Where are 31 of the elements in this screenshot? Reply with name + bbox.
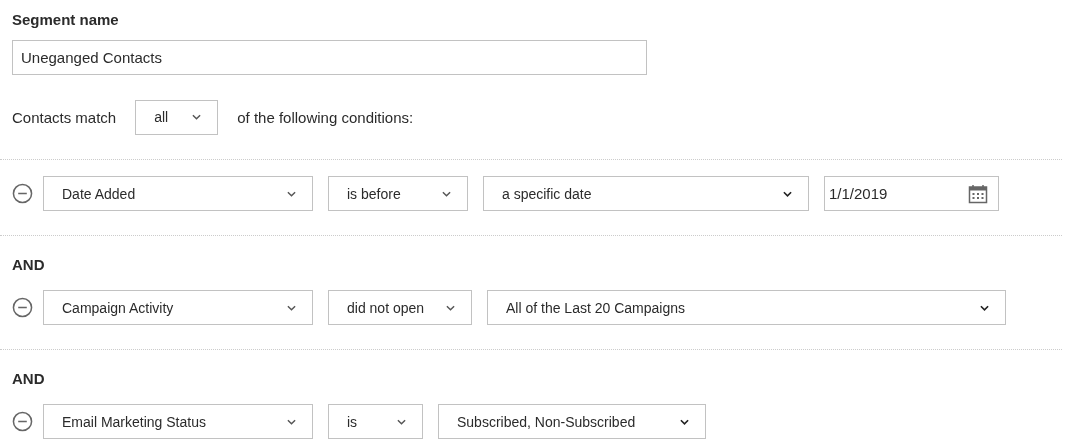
caret-icon bbox=[442, 190, 451, 197]
field-select[interactable]: Email Marketing Status bbox=[43, 404, 313, 439]
match-select[interactable]: all bbox=[135, 99, 219, 135]
value-select[interactable]: a specific date bbox=[483, 176, 809, 211]
field-select[interactable]: Date Added bbox=[43, 176, 313, 211]
match-label: Contacts match bbox=[12, 108, 117, 126]
operator-select[interactable]: did not open bbox=[328, 290, 472, 325]
calendar-icon[interactable] bbox=[968, 183, 988, 204]
field-select[interactable]: Campaign Activity bbox=[43, 290, 313, 325]
caret-icon bbox=[287, 304, 296, 311]
caret-icon bbox=[192, 114, 202, 120]
value-select[interactable]: Subscribed, Non-Subscribed bbox=[438, 404, 706, 439]
operator-select[interactable]: is bbox=[328, 404, 423, 439]
caret-icon bbox=[680, 418, 689, 425]
caret-icon bbox=[980, 304, 989, 311]
date-field[interactable]: 1/1/2019 bbox=[824, 176, 999, 211]
value-select[interactable]: All of the Last 20 Campaigns bbox=[487, 290, 1006, 325]
segment-name-field[interactable]: Uneganged Contacts bbox=[12, 40, 647, 75]
and-connector: AND bbox=[12, 370, 46, 388]
caret-icon bbox=[783, 190, 792, 197]
caret-icon bbox=[446, 304, 455, 311]
segment-name-label: Segment name bbox=[12, 11, 120, 29]
match-suffix: of the following conditions: bbox=[237, 108, 414, 126]
remove-icon[interactable] bbox=[12, 297, 33, 318]
caret-icon bbox=[397, 418, 406, 425]
caret-icon bbox=[287, 190, 296, 197]
caret-icon bbox=[287, 418, 296, 425]
and-connector: AND bbox=[12, 256, 46, 274]
operator-select[interactable]: is before bbox=[328, 176, 468, 211]
remove-icon[interactable] bbox=[12, 183, 33, 204]
remove-icon[interactable] bbox=[12, 411, 33, 432]
